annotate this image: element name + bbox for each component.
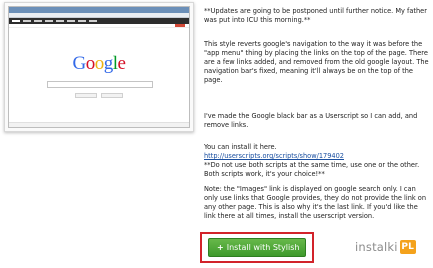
google-footer-preview	[9, 122, 189, 127]
userscript-note: I've made the Google black bar as a User…	[204, 112, 418, 129]
userscript-link[interactable]: http://userscripts.org/scripts/show/1794…	[204, 152, 344, 160]
instalki-watermark: instalki PL	[355, 240, 416, 254]
install-button-highlight: + Install with Stylish	[200, 232, 314, 263]
images-note: Note: the "Images" link is displayed on …	[204, 185, 427, 220]
browser-window-preview: Google	[8, 6, 190, 128]
plus-icon: +	[217, 243, 224, 252]
google-search-box-preview	[47, 81, 153, 88]
update-note: **Updates are going to be postponed unti…	[204, 7, 427, 24]
style-screenshot-thumbnail[interactable]: Google	[4, 2, 194, 132]
warning-note: **Do not use both scripts at the same ti…	[204, 161, 420, 178]
watermark-logo-icon: PL	[399, 240, 416, 254]
intro-paragraph: This style reverts google's navigation t…	[204, 40, 429, 84]
install-info: You can install it here. http://userscri…	[204, 143, 430, 179]
google-top-strip	[9, 24, 189, 28]
install-here-text: You can install it here.	[204, 143, 277, 151]
google-search-buttons-preview	[9, 93, 189, 98]
install-with-stylish-button[interactable]: + Install with Stylish	[208, 238, 306, 257]
sign-in-button-preview	[175, 24, 185, 27]
google-logo: Google	[72, 53, 126, 74]
install-button-label: Install with Stylish	[226, 243, 300, 252]
watermark-text: instalki	[355, 240, 398, 254]
